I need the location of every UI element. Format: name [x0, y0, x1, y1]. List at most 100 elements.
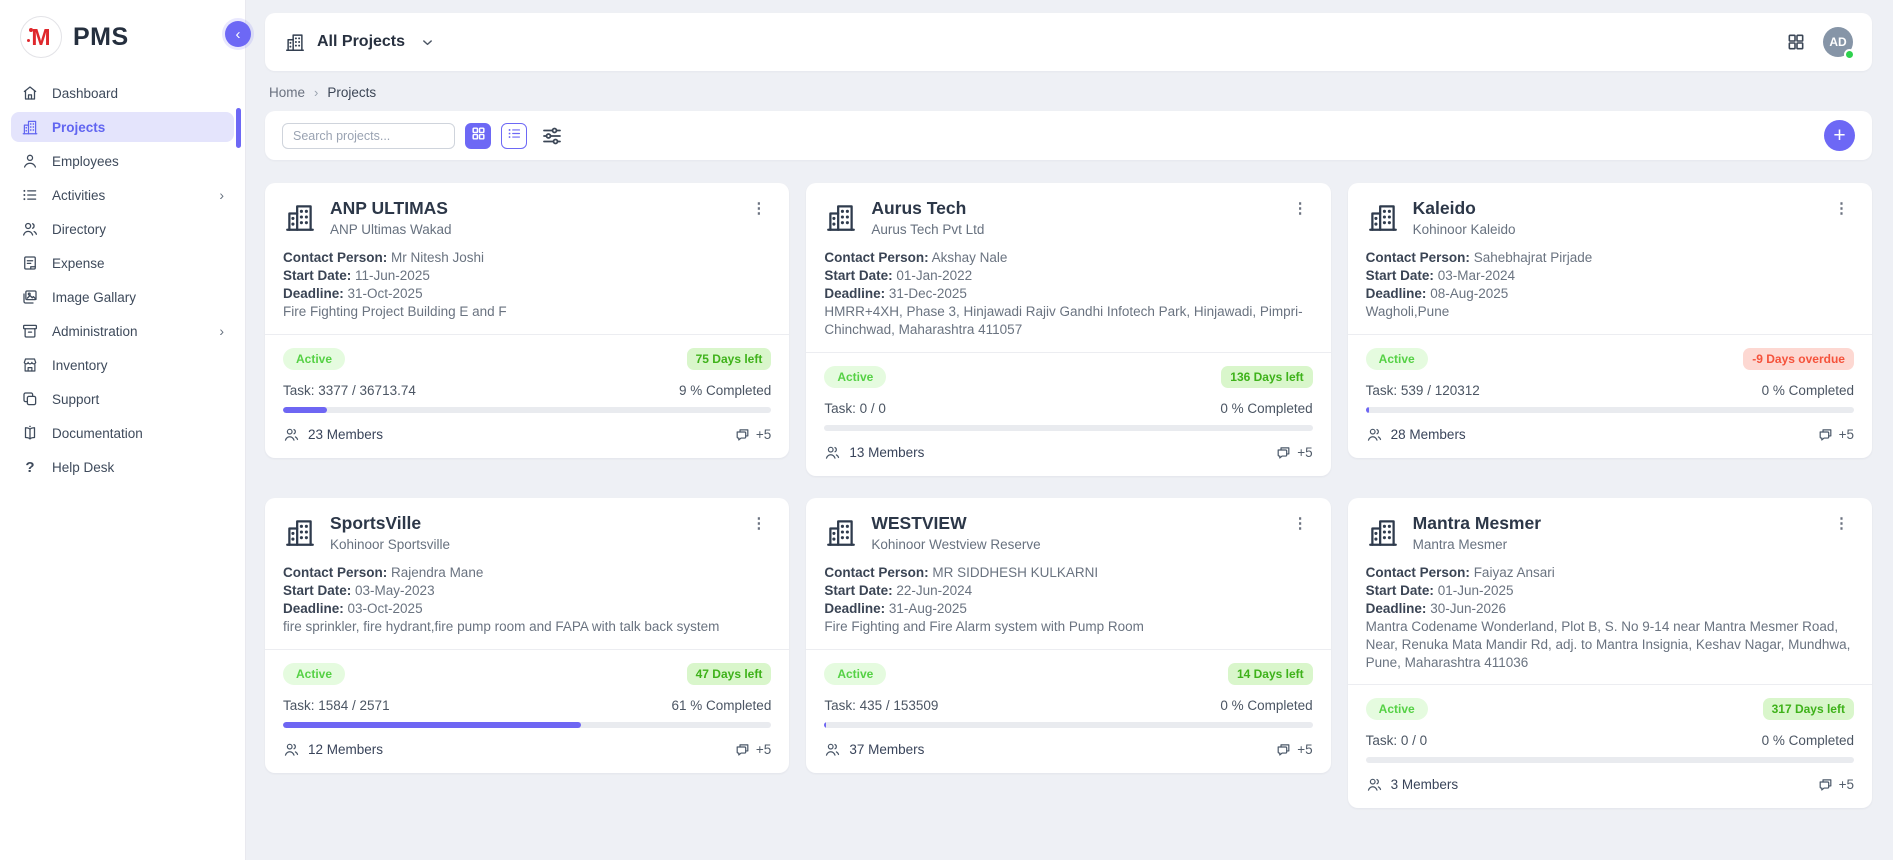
sidebar-item-documentation[interactable]: Documentation: [11, 418, 234, 448]
sidebar-item-expense[interactable]: Expense: [11, 248, 234, 278]
building-icon: [1366, 515, 1400, 549]
building-icon: [283, 515, 317, 549]
building-icon: [283, 200, 317, 234]
kebab-menu-icon[interactable]: ⋮: [1829, 198, 1854, 219]
sidebar-item-support[interactable]: Support: [11, 384, 234, 414]
task-count: Task: 435 / 153509: [824, 698, 938, 713]
chat-counter[interactable]: +5: [734, 426, 771, 443]
project-card[interactable]: Kaleido Kohinoor Kaleido ⋮ Contact Perso…: [1348, 183, 1872, 458]
members-count: 3 Members: [1391, 777, 1459, 792]
progress-bar: [1366, 407, 1854, 413]
kebab-menu-icon[interactable]: ⋮: [746, 513, 771, 534]
search-input[interactable]: [282, 123, 455, 149]
sidebar-item-employees[interactable]: Employees: [11, 146, 234, 176]
chat-counter[interactable]: +5: [1817, 426, 1854, 443]
app-name: PMS: [73, 23, 129, 52]
project-cards-grid: ANP ULTIMAS ANP Ultimas Wakad ⋮ Contact …: [265, 183, 1872, 808]
project-title: ANP ULTIMAS: [330, 198, 452, 219]
project-card[interactable]: SportsVille Kohinoor Sportsville ⋮ Conta…: [265, 498, 789, 773]
progress-bar: [824, 722, 1312, 728]
contact-person-line: Contact Person: Faiyaz Ansari: [1366, 564, 1854, 582]
kebab-menu-icon[interactable]: ⋮: [1829, 513, 1854, 534]
filter-sliders-icon[interactable]: [540, 124, 564, 148]
chat-counter[interactable]: +5: [1817, 776, 1854, 793]
status-badge: Active: [283, 348, 345, 370]
chevron-right-icon: ›: [314, 85, 318, 100]
members-count: 23 Members: [308, 427, 383, 442]
members-count: 28 Members: [1391, 427, 1466, 442]
kebab-menu-icon[interactable]: ⋮: [1288, 198, 1313, 219]
sidebar-item-administration[interactable]: Administration ›: [11, 316, 234, 346]
receipt-icon: [21, 254, 39, 272]
user-icon: [21, 152, 39, 170]
chat-bubbles-icon: [1275, 741, 1292, 758]
user-avatar[interactable]: AD: [1823, 27, 1853, 57]
kebab-menu-icon[interactable]: ⋮: [746, 198, 771, 219]
days-left-badge: 14 Days left: [1228, 663, 1313, 685]
home-icon: [21, 84, 39, 102]
plus-icon: +: [1833, 125, 1845, 146]
project-subtitle: Kohinoor Sportsville: [330, 537, 450, 552]
sidebar-item-projects[interactable]: Projects: [11, 112, 234, 142]
sidebar-item-image-gallary[interactable]: Image Gallary: [11, 282, 234, 312]
progress-bar: [283, 722, 771, 728]
copy-icon: [21, 390, 39, 408]
kebab-menu-icon[interactable]: ⋮: [1288, 513, 1313, 534]
members-icon: [1366, 776, 1383, 793]
sidebar-item-label: Activities: [52, 188, 105, 203]
progress-fill: [283, 407, 327, 413]
project-scope-dropdown[interactable]: All Projects: [284, 31, 435, 53]
project-description: Fire Fighting Project Building E and F: [283, 303, 771, 321]
start-date-line: Start Date: 01-Jun-2025: [1366, 582, 1854, 600]
sidebar-item-inventory[interactable]: Inventory: [11, 350, 234, 380]
apps-grid-icon[interactable]: [1786, 32, 1806, 52]
sidebar-item-directory[interactable]: Directory: [11, 214, 234, 244]
percent-completed: 61 % Completed: [672, 698, 772, 713]
users-icon: [21, 220, 39, 238]
chevron-right-icon: ›: [219, 188, 224, 202]
sidebar-item-activities[interactable]: Activities ›: [11, 180, 234, 210]
sidebar-item-label: Inventory: [52, 358, 108, 373]
list-view-button[interactable]: [501, 123, 527, 149]
grid-view-button[interactable]: [465, 123, 491, 149]
percent-completed: 9 % Completed: [679, 383, 771, 398]
project-description: fire sprinkler, fire hydrant,fire pump r…: [283, 618, 771, 636]
sidebar-collapse-button[interactable]: ‹: [225, 21, 251, 47]
project-card[interactable]: WESTVIEW Kohinoor Westview Reserve ⋮ Con…: [806, 498, 1330, 773]
sidebar-item-label: Employees: [52, 154, 119, 169]
app-logo: M PMS: [0, 0, 245, 78]
start-date-line: Start Date: 22-Jun-2024: [824, 582, 1312, 600]
breadcrumb-home[interactable]: Home: [269, 85, 305, 100]
contact-person-line: Contact Person: Rajendra Mane: [283, 564, 771, 582]
image-icon: [21, 288, 39, 306]
chat-counter[interactable]: +5: [734, 741, 771, 758]
start-date-line: Start Date: 11-Jun-2025: [283, 267, 771, 285]
project-card[interactable]: Aurus Tech Aurus Tech Pvt Ltd ⋮ Contact …: [806, 183, 1330, 476]
project-card[interactable]: Mantra Mesmer Mantra Mesmer ⋮ Contact Pe…: [1348, 498, 1872, 809]
project-title: Kaleido: [1413, 198, 1516, 219]
chat-counter[interactable]: +5: [1275, 444, 1312, 461]
members-icon: [283, 426, 300, 443]
chat-counter[interactable]: +5: [1275, 741, 1312, 758]
project-card[interactable]: ANP ULTIMAS ANP Ultimas Wakad ⋮ Contact …: [265, 183, 789, 458]
start-date-line: Start Date: 03-May-2023: [283, 582, 771, 600]
store-icon: [21, 356, 39, 374]
sidebar-item-help-desk[interactable]: ? Help Desk: [11, 452, 234, 482]
building-icon: [1366, 200, 1400, 234]
active-item-edge-bar: [236, 108, 241, 148]
progress-bar: [824, 425, 1312, 431]
project-title: Mantra Mesmer: [1413, 513, 1541, 534]
chat-bubbles-icon: [1817, 776, 1834, 793]
progress-bar: [1366, 757, 1854, 763]
status-badge: Active: [1366, 348, 1428, 370]
members-icon: [824, 741, 841, 758]
project-description: HMRR+4XH, Phase 3, Hinjawadi Rajiv Gandh…: [824, 303, 1312, 339]
add-project-button[interactable]: +: [1824, 120, 1855, 151]
project-title: WESTVIEW: [871, 513, 1040, 534]
sidebar-item-label: Dashboard: [52, 86, 118, 101]
list-view-icon: [506, 125, 523, 147]
days-left-badge: 136 Days left: [1221, 366, 1312, 388]
sidebar-item-label: Documentation: [52, 426, 143, 441]
sidebar-item-dashboard[interactable]: Dashboard: [11, 78, 234, 108]
project-title: Aurus Tech: [871, 198, 984, 219]
